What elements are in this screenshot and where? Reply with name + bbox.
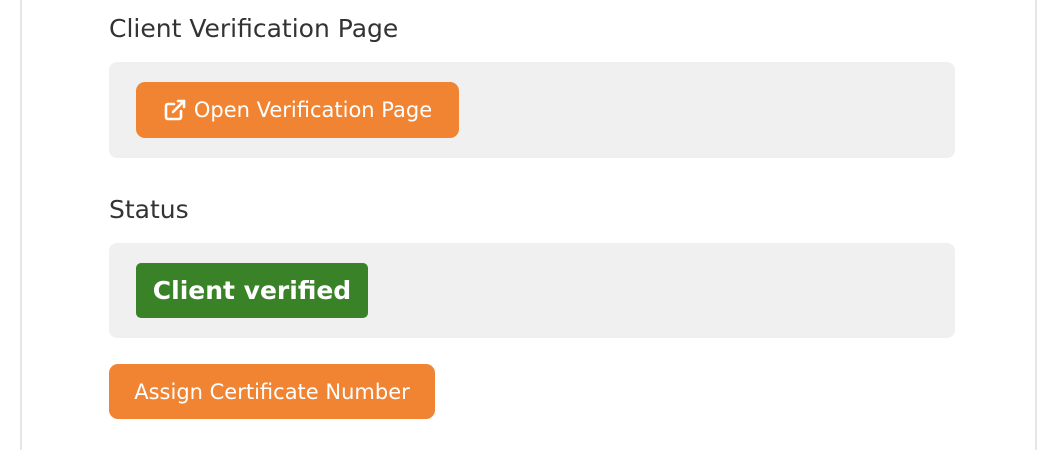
open-verification-page-label: Open Verification Page [193,98,433,122]
status-panel: Client verified [109,243,955,338]
open-verification-page-button[interactable]: Open Verification Page [136,82,459,138]
external-link-icon [163,98,187,122]
verification-panel: Open Verification Page [109,62,955,158]
page-frame: Client Verification Page Open Verificati… [20,0,1037,450]
status-badge: Client verified [136,263,368,318]
status-section-title: Status [109,195,189,224]
verification-section-title: Client Verification Page [109,14,399,43]
assign-certificate-number-button[interactable]: Assign Certificate Number [109,364,435,419]
